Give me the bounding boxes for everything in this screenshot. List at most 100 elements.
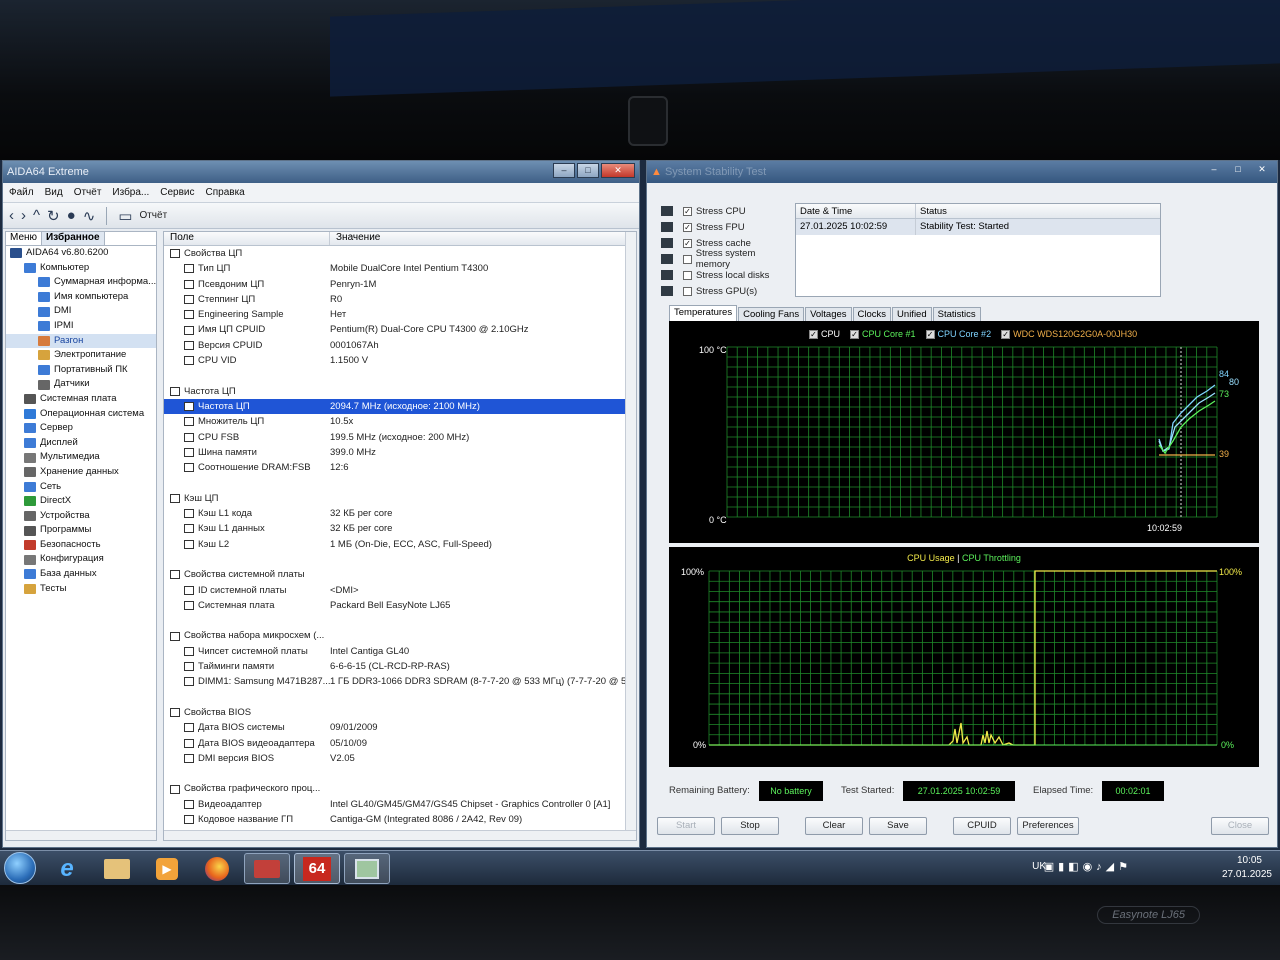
tree-item[interactable]: IPMI — [6, 319, 156, 334]
tree-item[interactable]: Сервер — [6, 421, 156, 436]
monitor-app-icon[interactable] — [344, 853, 390, 884]
checkbox[interactable] — [683, 270, 692, 280]
tree-item[interactable]: Компьютер — [6, 261, 156, 276]
menu-report[interactable]: Отчёт — [74, 187, 102, 198]
table-row[interactable]: Тип ЦП Mobile DualCore Intel Pentium T430… — [164, 261, 636, 276]
stab-maximize-button[interactable]: □ — [1227, 163, 1249, 178]
stress-option[interactable]: ✓ Stress FPU — [661, 219, 791, 235]
stab-minimize-button[interactable]: – — [1203, 163, 1225, 178]
column-field[interactable]: Поле — [164, 232, 330, 245]
table-row[interactable]: Шина памяти 399.0 MHz — [164, 445, 636, 460]
table-row[interactable]: Имя ЦП CPUID Pentium(R) Dual-Core CPU T43… — [164, 322, 636, 337]
table-row[interactable]: Версия CPUID 0001067Ah — [164, 338, 636, 353]
table-row[interactable]: Кэш L1 кода 32 КБ per core — [164, 506, 636, 521]
stress-option[interactable]: ✓ Stress CPU — [661, 203, 791, 219]
tree-item[interactable]: Дисплей — [6, 436, 156, 451]
table-row[interactable]: Кэш L1 данных 32 КБ per core — [164, 521, 636, 536]
stress-option[interactable]: Stress system memory — [661, 248, 791, 270]
tree-item[interactable]: Суммарная информа... — [6, 275, 156, 290]
table-row[interactable]: CPU FSB 199.5 MHz (исходное: 200 MHz) — [164, 430, 636, 445]
section-header[interactable]: Свойства набора микросхем (... — [164, 628, 636, 643]
menu-help[interactable]: Справка — [206, 187, 245, 198]
vertical-scrollbar[interactable] — [625, 232, 636, 840]
stop-button[interactable]: Stop — [721, 817, 779, 835]
table-row[interactable]: Степпинг ЦП R0 — [164, 292, 636, 307]
maximize-button[interactable]: □ — [577, 163, 599, 178]
chart-icon[interactable]: ∿ — [83, 207, 96, 225]
save-button[interactable]: Save — [869, 817, 927, 835]
report-button[interactable]: Отчёт — [139, 210, 167, 221]
table-row[interactable]: Частота ЦП 2094.7 MHz (исходное: 2100 MHz… — [164, 398, 636, 415]
menu-file[interactable]: Файл — [9, 187, 34, 198]
start-button[interactable]: Start — [657, 817, 715, 835]
menu-favorites[interactable]: Избра... — [112, 187, 149, 198]
media-player-icon[interactable]: ▶ — [144, 853, 190, 884]
checkbox[interactable] — [683, 286, 692, 296]
minimize-button[interactable]: – — [553, 163, 575, 178]
tree-item[interactable]: Тесты — [6, 582, 156, 597]
table-row[interactable]: Тайминги памяти 6-6-6-15 (CL-RCD-RP-RAS) — [164, 659, 636, 674]
forward-icon[interactable]: › — [21, 207, 26, 224]
checkbox[interactable] — [682, 254, 692, 264]
section-header[interactable]: Кэш ЦП — [164, 491, 636, 506]
tab-favorites[interactable]: Избранное — [42, 232, 105, 245]
clear-button[interactable]: Clear — [805, 817, 863, 835]
tree-item[interactable]: Программы — [6, 523, 156, 538]
checkbox[interactable]: ✓ — [683, 222, 692, 232]
clock-date[interactable]: 27.01.2025 — [1222, 869, 1272, 880]
stab-close-button[interactable]: ✕ — [1251, 163, 1273, 178]
tree-item[interactable]: Датчики — [6, 377, 156, 392]
ie-icon[interactable]: e — [44, 853, 90, 884]
status-col-datetime[interactable]: Date & Time — [796, 204, 916, 218]
preferences-button[interactable]: Preferences — [1017, 817, 1079, 835]
table-row[interactable]: CPU VID 1.1500 V — [164, 353, 636, 368]
clock-time[interactable]: 10:05 — [1237, 855, 1262, 866]
up-icon[interactable]: ^ — [33, 207, 40, 224]
tree-item[interactable]: DMI — [6, 304, 156, 319]
section-header[interactable]: Свойства ЦП — [164, 246, 636, 261]
tree-item[interactable]: Электропитание — [6, 348, 156, 363]
close-button[interactable]: ✕ — [601, 163, 635, 178]
start-button-orb[interactable] — [4, 852, 36, 884]
table-row[interactable]: Чипсет системной платы Intel Cantiga GL40 — [164, 644, 636, 659]
back-icon[interactable]: ‹ — [9, 207, 14, 224]
tree-item[interactable]: Безопасность — [6, 538, 156, 553]
table-row[interactable]: Кодовое название ГП Cantiga-GM (Integrate… — [164, 812, 636, 827]
tree-item[interactable]: Конфигурация — [6, 552, 156, 567]
tab-menu[interactable]: Меню — [6, 232, 43, 245]
refresh-icon[interactable]: ↻ — [47, 207, 60, 225]
explorer-icon[interactable] — [94, 853, 140, 884]
tree-item[interactable]: Системная плата — [6, 392, 156, 407]
stability-titlebar[interactable]: ▲ System Stability Test – □ ✕ — [647, 161, 1277, 183]
tree-item[interactable]: AIDA64 v6.80.6200 — [6, 246, 156, 261]
section-header[interactable]: Свойства системной платы — [164, 567, 636, 582]
table-row[interactable]: Множитель ЦП 10.5x — [164, 414, 636, 429]
section-header[interactable]: Свойства BIOS — [164, 705, 636, 720]
table-row[interactable]: Кэш L2 1 МБ (On-Die, ECC, ASC, Full-Speed… — [164, 537, 636, 552]
tree-item[interactable]: Портативный ПК — [6, 363, 156, 378]
tree-item[interactable]: Разгон — [6, 333, 156, 349]
table-row[interactable]: Видеоадаптер Intel GL40/GM45/GM47/GS45 Ch… — [164, 797, 636, 812]
user-icon[interactable]: ● — [67, 207, 76, 224]
table-row[interactable]: Соотношение DRAM:FSB 12:6 — [164, 460, 636, 475]
details-horizontal-scrollbar[interactable] — [164, 830, 636, 840]
aida64-taskbar-icon[interactable]: 64 — [294, 853, 340, 884]
cpuid-button[interactable]: CPUID — [953, 817, 1011, 835]
table-row[interactable]: ID системной платы <DMI> — [164, 583, 636, 598]
tree-item[interactable]: Мультимедиа — [6, 450, 156, 465]
checkbox[interactable]: ✓ — [683, 238, 692, 248]
status-col-status[interactable]: Status — [916, 204, 1160, 218]
table-row[interactable]: Дата BIOS системы 09/01/2009 — [164, 720, 636, 735]
tree-item[interactable]: DirectX — [6, 494, 156, 509]
horizontal-scrollbar[interactable] — [6, 830, 156, 840]
close-window-button[interactable]: Close — [1211, 817, 1269, 835]
table-row[interactable]: Системная плата Packard Bell EasyNote LJ6… — [164, 598, 636, 613]
tree-item[interactable]: Сеть — [6, 480, 156, 495]
table-row[interactable]: DMI версия BIOS V2.05 — [164, 751, 636, 766]
toolbox-icon[interactable] — [244, 853, 290, 884]
stress-option[interactable]: Stress GPU(s) — [661, 283, 791, 299]
tab-temperatures[interactable]: Temperatures — [669, 305, 738, 321]
tree-item[interactable]: Операционная система — [6, 407, 156, 422]
column-value[interactable]: Значение — [330, 232, 636, 245]
menu-service[interactable]: Сервис — [160, 187, 194, 198]
